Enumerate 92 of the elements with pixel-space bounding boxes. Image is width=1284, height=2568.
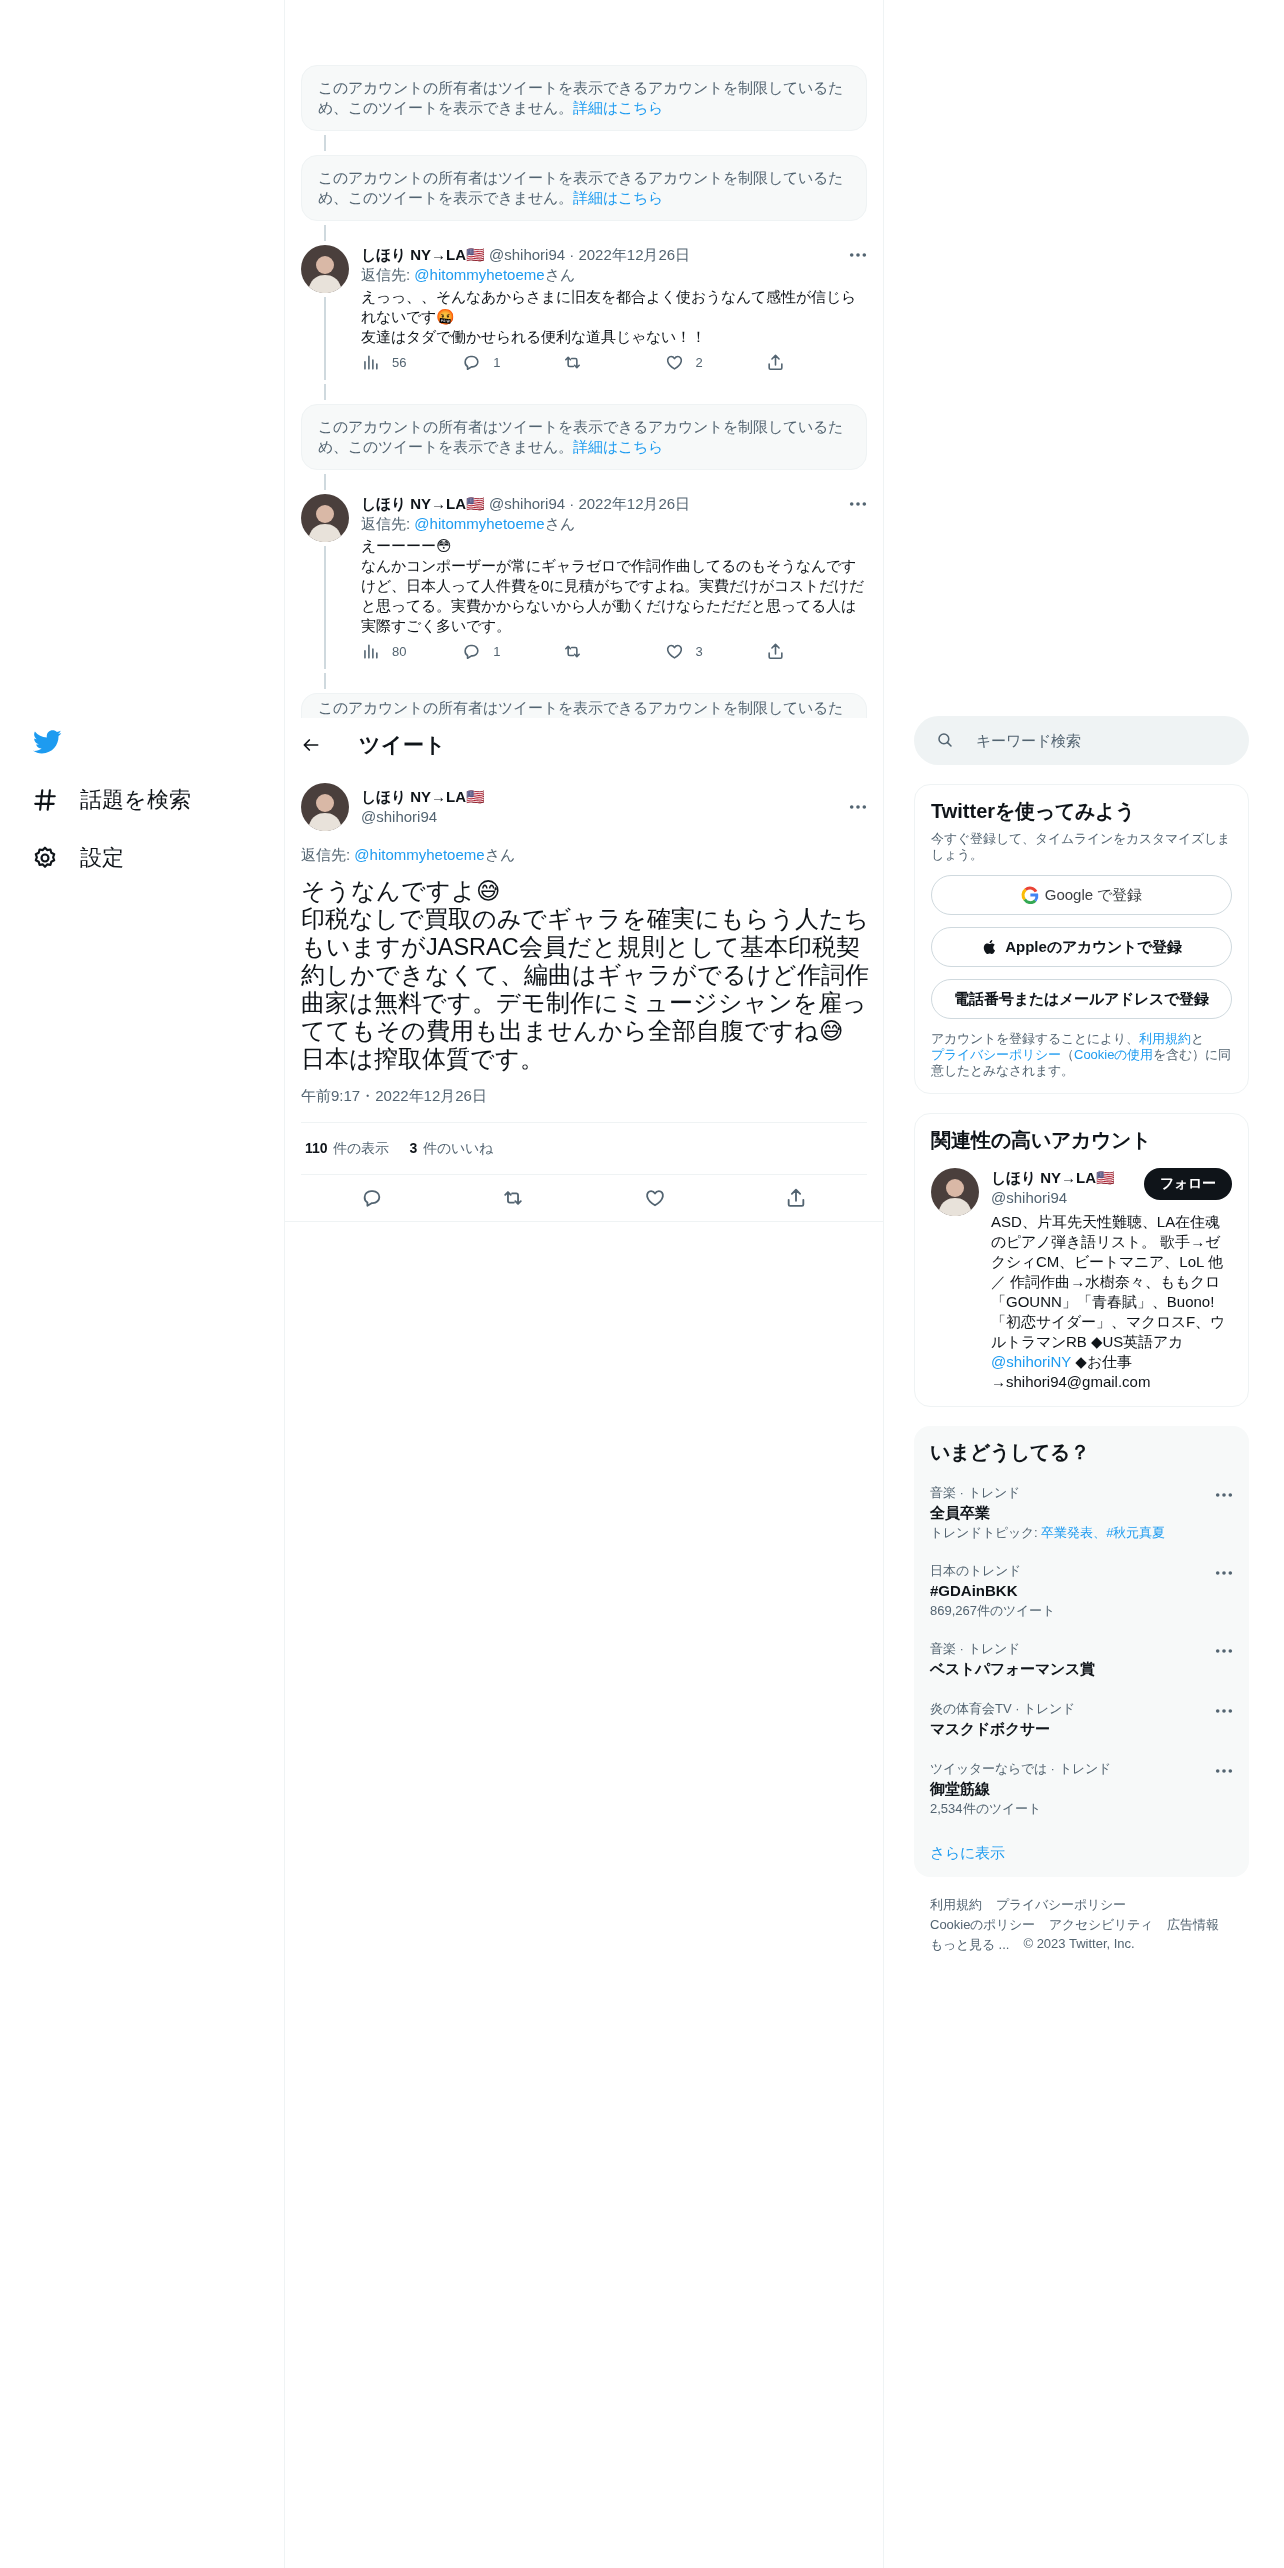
notice-text: このアカウントの所有者はツイートを表示できるアカウントを制限しているため、このツイートを表示できません。詳細はこちら (318, 417, 844, 457)
trend-item[interactable]: 炎の体育会TV · トレンド マスクドボクサー (914, 1692, 1249, 1752)
share-icon[interactable] (765, 642, 785, 661)
tweet-text: えっっ、、そんなあからさまに旧友を都合よく使おうなんて感性が信じられないです🤬 友達はタダで働かせられる便利な道具じゃない！！ (361, 287, 857, 347)
follow-button[interactable]: フォロー (1144, 1168, 1232, 1200)
views-count: 56 (392, 355, 407, 370)
footer-link[interactable]: 利用規約 (930, 1896, 982, 1914)
like-count: 3 (695, 644, 703, 659)
more-icon[interactable] (849, 252, 867, 258)
tweet-timestamp: 午前9:17・2022年12月26日 (301, 1087, 488, 1106)
explore-link[interactable]: 話題を検索 (32, 785, 191, 815)
footer-link[interactable]: Cookieのポリシー (930, 1916, 1036, 1934)
notice-text: このアカウントの所有者はツイートを表示できるアカウントを制限しているため、このツイートを表示できません。詳細はこちら (318, 168, 844, 208)
trend-title: 全員卒業 (930, 1503, 991, 1523)
card-title: Twitterを使ってみよう (931, 799, 1137, 824)
footer-link[interactable]: © 2023 Twitter, Inc. (1023, 1936, 1135, 1954)
trend-item[interactable]: 音楽 · トレンド ベストパフォーマンス賞 (914, 1632, 1249, 1692)
trend-topics: トレンドトピック: 卒業発表、#秋元真夏 (930, 1524, 1167, 1542)
trend-title: 御堂筋線 (930, 1779, 991, 1799)
tweet-count: 869,267件のツイート (930, 1602, 1056, 1620)
trend-title: ベストパフォーマンス賞 (930, 1659, 1096, 1679)
like-count: 2 (695, 355, 703, 370)
user-name[interactable]: しほり NY→LA🇺🇸 (361, 494, 485, 514)
views-icon[interactable] (361, 642, 380, 661)
tweet-text: えーーーー😳 なんかコンポーザーが常にギャラゼロで作詞作曲してるのもそうなんですけど、日本人って人件費を0に見積がちですよね。実費だけがコストだけだと思ってる。実費かからないから人が動くだけならただだと思ってる人は実際すごく多いです。 (361, 536, 866, 636)
more-icon[interactable] (1215, 1570, 1233, 1576)
more-icon[interactable] (1215, 1648, 1233, 1654)
reply-count: 1 (493, 644, 501, 659)
views-count: 80 (392, 644, 407, 659)
trend-item[interactable]: ツイッターならでは · トレンド 御堂筋線 2,534件のツイート (914, 1752, 1249, 1830)
user-name[interactable]: しほり NY→LA🇺🇸 (361, 245, 485, 265)
like-icon[interactable] (643, 1187, 666, 1209)
avatar[interactable] (301, 783, 349, 831)
page-title: ツイート (359, 731, 446, 758)
share-icon[interactable] (765, 353, 785, 372)
footer-link[interactable]: アクセシビリティ (1049, 1916, 1154, 1934)
avatar[interactable] (931, 1168, 979, 1216)
card-title: 関連性の高いアカウント (931, 1128, 1152, 1153)
footer-link[interactable]: 広告情報 (1167, 1916, 1220, 1934)
reply-to-text: 返信先: @hitommyhetoemeさん (361, 514, 576, 534)
reply-to-text: 返信先: @hitommyhetoemeさん (361, 265, 576, 285)
reply-to-text: 返信先: @hitommyhetoemeさん (301, 845, 516, 865)
trend-title: #GDAinBKK (930, 1581, 1019, 1601)
reply-icon[interactable] (462, 642, 482, 661)
trend-context: 日本のトレンド (930, 1562, 1022, 1580)
user-name[interactable]: しほり NY→LA🇺🇸 (991, 1168, 1144, 1188)
notice-text: このアカウントの所有者はツイートを表示できるアカウントを制限しているた (318, 698, 844, 718)
like-icon[interactable] (664, 642, 684, 661)
views-icon[interactable] (361, 353, 380, 372)
google-signup-button[interactable]: Google で登録 (931, 875, 1232, 915)
tweet-meta: @shihori94 · 2022年12月26日 (489, 245, 691, 265)
more-icon[interactable] (849, 501, 867, 507)
reply-count: 1 (493, 355, 501, 370)
user-handle[interactable]: @shihori94 (991, 1188, 1144, 1208)
trend-context: 炎の体育会TV · トレンド (930, 1700, 1077, 1718)
trend-item[interactable]: 音楽 · トレンド 全員卒業 トレンドトピック: 卒業発表、#秋元真夏 (914, 1476, 1249, 1554)
plain-signup-button[interactable]: 電話番号またはメールアドレスで登録 (931, 979, 1232, 1019)
legal-text: アカウントを登録することにより、利用規約 と プライバシーポリシー（Cookieの使用を含む）に同意したとみなされます。 (931, 1031, 1232, 1079)
settings-icon (32, 845, 58, 871)
bird-icon[interactable] (32, 729, 62, 755)
card-title: いまどうしてる？ (929, 1440, 1091, 1465)
trend-context: 音楽 · トレンド (930, 1640, 1021, 1658)
trend-title: マスクドボクサー (930, 1719, 1051, 1739)
search-icon (936, 731, 954, 749)
settings-link[interactable]: 設定 (32, 843, 124, 873)
avatar[interactable] (301, 494, 349, 542)
search-field[interactable]: キーワード検索 (914, 716, 1249, 765)
footer-link[interactable]: プライバシーポリシー (996, 1896, 1126, 1914)
more-icon[interactable] (849, 804, 867, 810)
user-name[interactable]: しほり NY→LA🇺🇸 (361, 787, 837, 807)
notice-text: このアカウントの所有者はツイートを表示できるアカウントを制限しているため、このツイートを表示できません。詳細はこちら (318, 78, 844, 118)
likes-stat[interactable]: 3 件のいいね (409, 1139, 494, 1158)
trend-context: ツイッターならでは · トレンド (930, 1760, 1112, 1778)
hashtag-icon (32, 787, 58, 813)
google-icon (1020, 886, 1039, 904)
trend-context: 音楽 · トレンド (930, 1484, 1021, 1502)
footer-link[interactable]: もっと見る ... (930, 1936, 1010, 1954)
views-stat[interactable]: 110 件の表示 (305, 1139, 390, 1158)
more-icon[interactable] (1215, 1708, 1233, 1714)
bio-text: ASD、片耳先天性難聴、LA在住魂のピアノ弾き語リスト。 歌手→ゼクシィCM、ビートマニア、LoL 他／ 作詞作曲→水樹奈々、ももクロ「GOUNN」「青春賦」、Buono!「初恋サイダー」、マクロスF、ウルトラマンRB ◆US英語アカ @shihoriNY ◆お仕事→shihori94@gmail.com (991, 1212, 1227, 1392)
apple-signup-button[interactable]: Appleのアカウントで登録 (931, 927, 1232, 967)
user-handle[interactable]: @shihori94 (361, 807, 837, 827)
trend-item[interactable]: 日本のトレンド #GDAinBKK 869,267件のツイート (914, 1554, 1249, 1632)
tweet-meta: @shihori94 · 2022年12月26日 (489, 494, 691, 514)
tweet-count: 2,534件のツイート (930, 1800, 1042, 1818)
reply-icon[interactable] (462, 353, 482, 372)
like-icon[interactable] (664, 353, 684, 372)
more-icon[interactable] (1215, 1492, 1233, 1498)
more-icon[interactable] (1215, 1768, 1233, 1774)
signup-subtitle: 今すぐ登録して、タイムラインをカスタマイズしましょう。 (931, 831, 1231, 863)
tweet-text: そうなんですよ😅 印税なしで買取のみでギャラを確実にもらう人たちもいますがJASRAC会員だと規則として基本印税契約しかできなくて、編曲はギャラがでるけど作詞作曲家は無料です。デモ制作にミュージシャンを雇っててもその費用も出ませんから全部自腹ですね😅 日本は搾取体質です。 (301, 877, 870, 1073)
avatar[interactable] (301, 245, 349, 293)
